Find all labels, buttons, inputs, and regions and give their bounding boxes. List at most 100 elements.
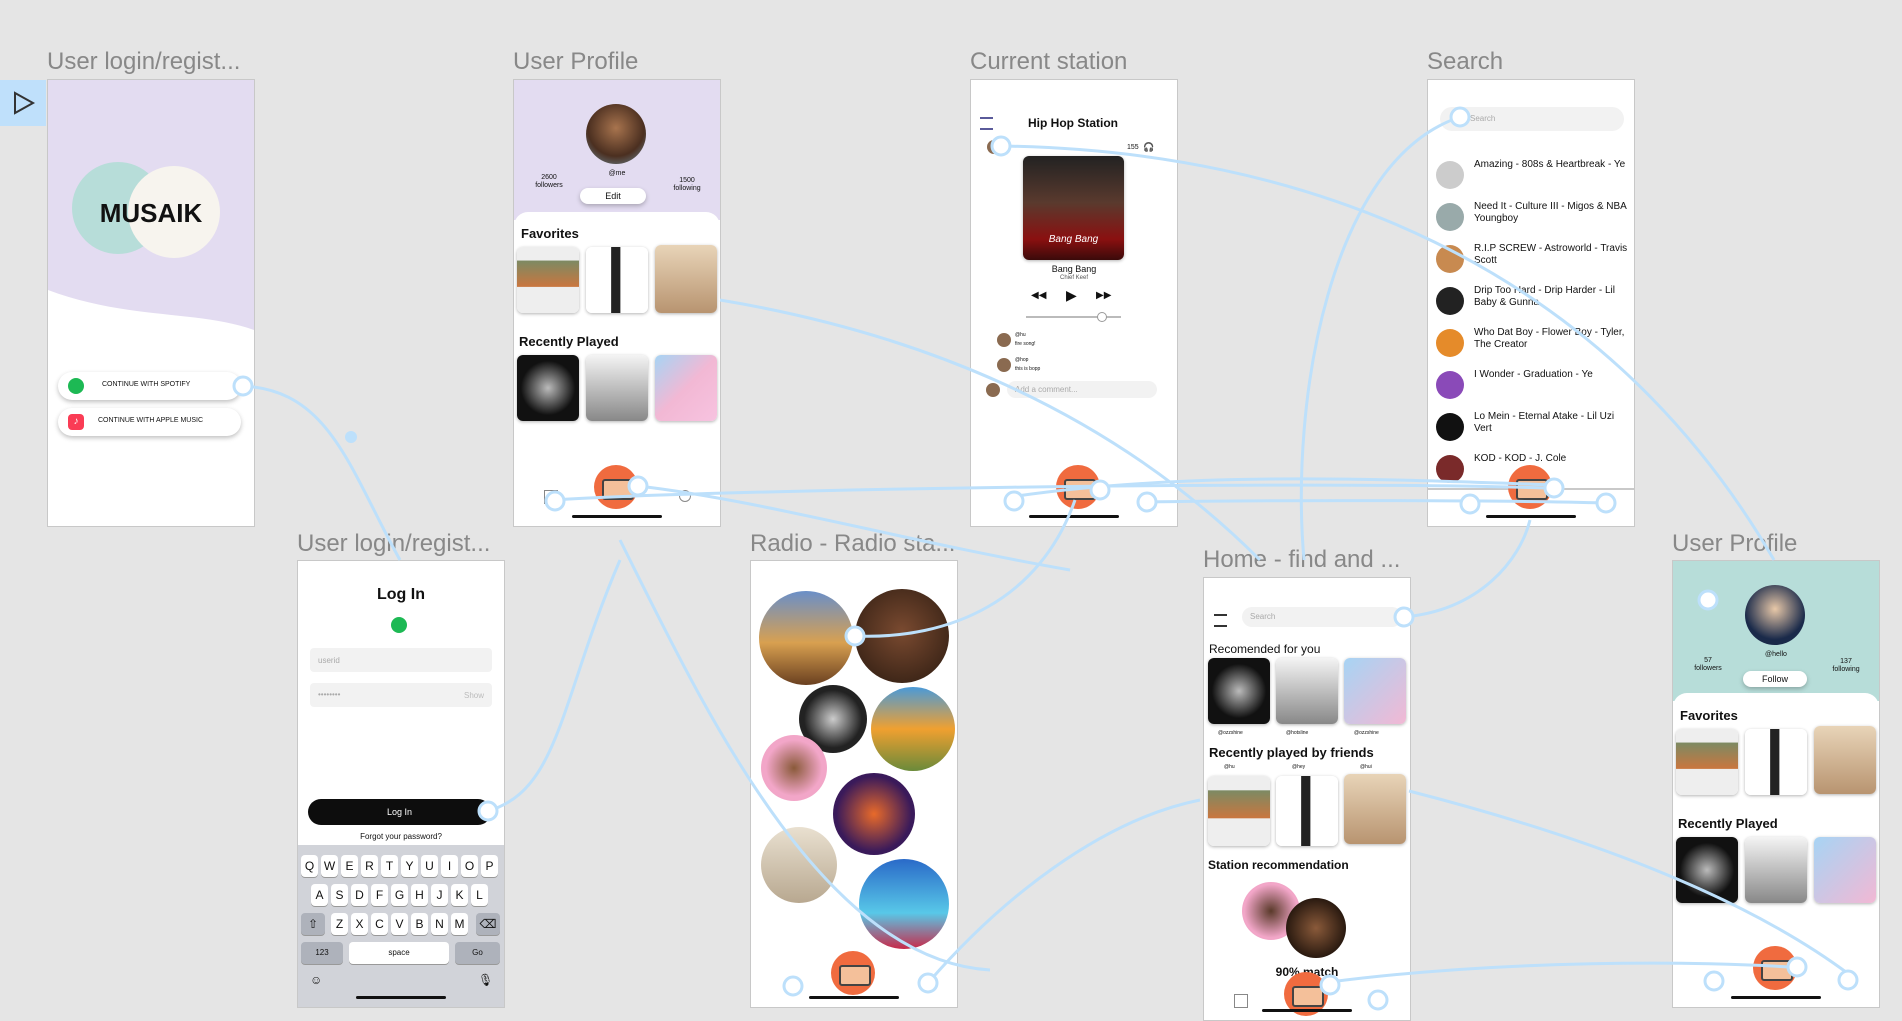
key[interactable]: N: [431, 913, 448, 935]
forgot-password-link[interactable]: Forgot your password?: [298, 832, 504, 841]
key[interactable]: L: [471, 884, 488, 906]
backspace-key[interactable]: ⌫: [476, 913, 500, 935]
key[interactable]: P: [481, 855, 498, 877]
home-indicator: [809, 996, 899, 999]
fast-forward-icon[interactable]: ▶▶: [1096, 290, 1111, 301]
profile-nav-icon[interactable]: [679, 490, 691, 502]
key[interactable]: I: [441, 855, 458, 877]
radio-nav-button[interactable]: [1056, 465, 1100, 509]
radio-nav-button[interactable]: [1508, 465, 1552, 509]
radio-nav-button[interactable]: [831, 951, 875, 995]
password-field[interactable]: •••••••• Show: [310, 683, 492, 707]
userid-field[interactable]: userid: [310, 648, 492, 672]
key[interactable]: Z: [331, 913, 348, 935]
key[interactable]: X: [351, 913, 368, 935]
album-recommended[interactable]: [1276, 658, 1338, 724]
menu-icon[interactable]: [1214, 614, 1227, 627]
radio-nav-button[interactable]: [1753, 946, 1797, 990]
play-icon[interactable]: ▶: [1066, 287, 1077, 304]
album-favorite[interactable]: [1814, 726, 1876, 794]
key[interactable]: W: [321, 855, 338, 877]
edit-profile-button[interactable]: Edit: [580, 188, 646, 204]
album-favorite-3[interactable]: [655, 245, 717, 313]
album-recommended[interactable]: [1208, 658, 1270, 724]
present-play-icon[interactable]: [0, 80, 46, 126]
station-bubble[interactable]: [761, 827, 837, 903]
search-input[interactable]: Search: [1242, 607, 1402, 627]
album-blond[interactable]: [517, 247, 579, 313]
emoji-icon[interactable]: ☺: [310, 973, 322, 987]
numbers-key[interactable]: 123: [301, 942, 343, 964]
key[interactable]: Q: [301, 855, 318, 877]
search-result[interactable]: R.I.P SCREW - Astroworld - Travis Scott: [1428, 236, 1634, 280]
search-result[interactable]: Need It - Culture III - Migos & NBA Youn…: [1428, 194, 1634, 238]
key[interactable]: F: [371, 884, 388, 906]
station-bubble[interactable]: [871, 687, 955, 771]
album-friend[interactable]: [1276, 776, 1338, 846]
key[interactable]: S: [331, 884, 348, 906]
search-result[interactable]: Lo Mein - Eternal Atake - Lil Uzi Vert: [1428, 404, 1634, 448]
key[interactable]: R: [361, 855, 378, 877]
progress-knob[interactable]: [1097, 312, 1107, 322]
comment-input[interactable]: Add a comment...: [1007, 381, 1157, 398]
key[interactable]: K: [451, 884, 468, 906]
station-bubble[interactable]: [759, 591, 853, 685]
microphone-icon[interactable]: 🎙: [478, 973, 493, 987]
key[interactable]: V: [391, 913, 408, 935]
key[interactable]: E: [341, 855, 358, 877]
show-password-toggle[interactable]: Show: [464, 691, 484, 700]
station-bubble[interactable]: [855, 589, 949, 683]
album-reputation[interactable]: [586, 355, 648, 421]
album-renaissance[interactable]: [517, 355, 579, 421]
home-icon[interactable]: [544, 490, 558, 504]
search-result[interactable]: Drip Too Hard - Drip Harder - Lil Baby &…: [1428, 278, 1634, 322]
album-recent[interactable]: [1745, 837, 1807, 903]
station-title: Hip Hop Station: [1028, 116, 1118, 130]
key[interactable]: J: [431, 884, 448, 906]
station-bubble[interactable]: [833, 773, 915, 855]
space-key[interactable]: space: [349, 942, 449, 964]
key[interactable]: H: [411, 884, 428, 906]
key[interactable]: D: [351, 884, 368, 906]
search-input[interactable]: Search: [1440, 107, 1624, 131]
spotify-label: CONTINUE WITH SPOTIFY: [102, 381, 191, 388]
search-result[interactable]: I Wonder - Graduation - Ye: [1428, 362, 1634, 406]
station-bubble[interactable]: [1286, 898, 1346, 958]
follow-button[interactable]: Follow: [1743, 671, 1807, 687]
album-recent[interactable]: [1676, 837, 1738, 903]
search-result[interactable]: Who Dat Boy - Flower Boy - Tyler, The Cr…: [1428, 320, 1634, 364]
result-title: Amazing - 808s & Heartbreak - Ye: [1474, 159, 1626, 170]
album-friend[interactable]: [1344, 774, 1406, 844]
album-love-yourself[interactable]: [655, 355, 717, 421]
shift-key[interactable]: ⇧: [301, 913, 325, 935]
key[interactable]: M: [451, 913, 468, 935]
station-bubble[interactable]: [761, 735, 827, 801]
album-favorite[interactable]: [1676, 729, 1738, 795]
album-favorite[interactable]: [1745, 729, 1807, 795]
album-favorite-2[interactable]: [586, 247, 648, 313]
album-recommended[interactable]: [1344, 658, 1406, 724]
home-icon[interactable]: [1234, 994, 1248, 1008]
album-recent[interactable]: [1814, 837, 1876, 903]
rewind-icon[interactable]: ◀◀: [1031, 290, 1046, 301]
key[interactable]: G: [391, 884, 408, 906]
spotify-button[interactable]: CONTINUE WITH SPOTIFY: [58, 372, 241, 400]
key[interactable]: U: [421, 855, 438, 877]
album-friend[interactable]: [1208, 776, 1270, 846]
key[interactable]: C: [371, 913, 388, 935]
key[interactable]: A: [311, 884, 328, 906]
apple-music-button[interactable]: ♪ CONTINUE WITH APPLE MUSIC: [58, 408, 241, 436]
radio-nav-button[interactable]: [594, 465, 638, 509]
frame-label-profile2: User Profile: [1672, 530, 1798, 557]
key[interactable]: O: [461, 855, 478, 877]
search-result[interactable]: Amazing - 808s & Heartbreak - Ye: [1428, 152, 1634, 196]
key[interactable]: T: [381, 855, 398, 877]
login-button[interactable]: Log In: [308, 799, 491, 825]
comment-avatar-2: [997, 358, 1011, 372]
friends-heading: Recently played by friends: [1209, 745, 1374, 760]
key[interactable]: Y: [401, 855, 418, 877]
station-bubble[interactable]: [859, 859, 949, 949]
go-key[interactable]: Go: [455, 942, 500, 964]
menu-icon[interactable]: [980, 117, 993, 130]
key[interactable]: B: [411, 913, 428, 935]
